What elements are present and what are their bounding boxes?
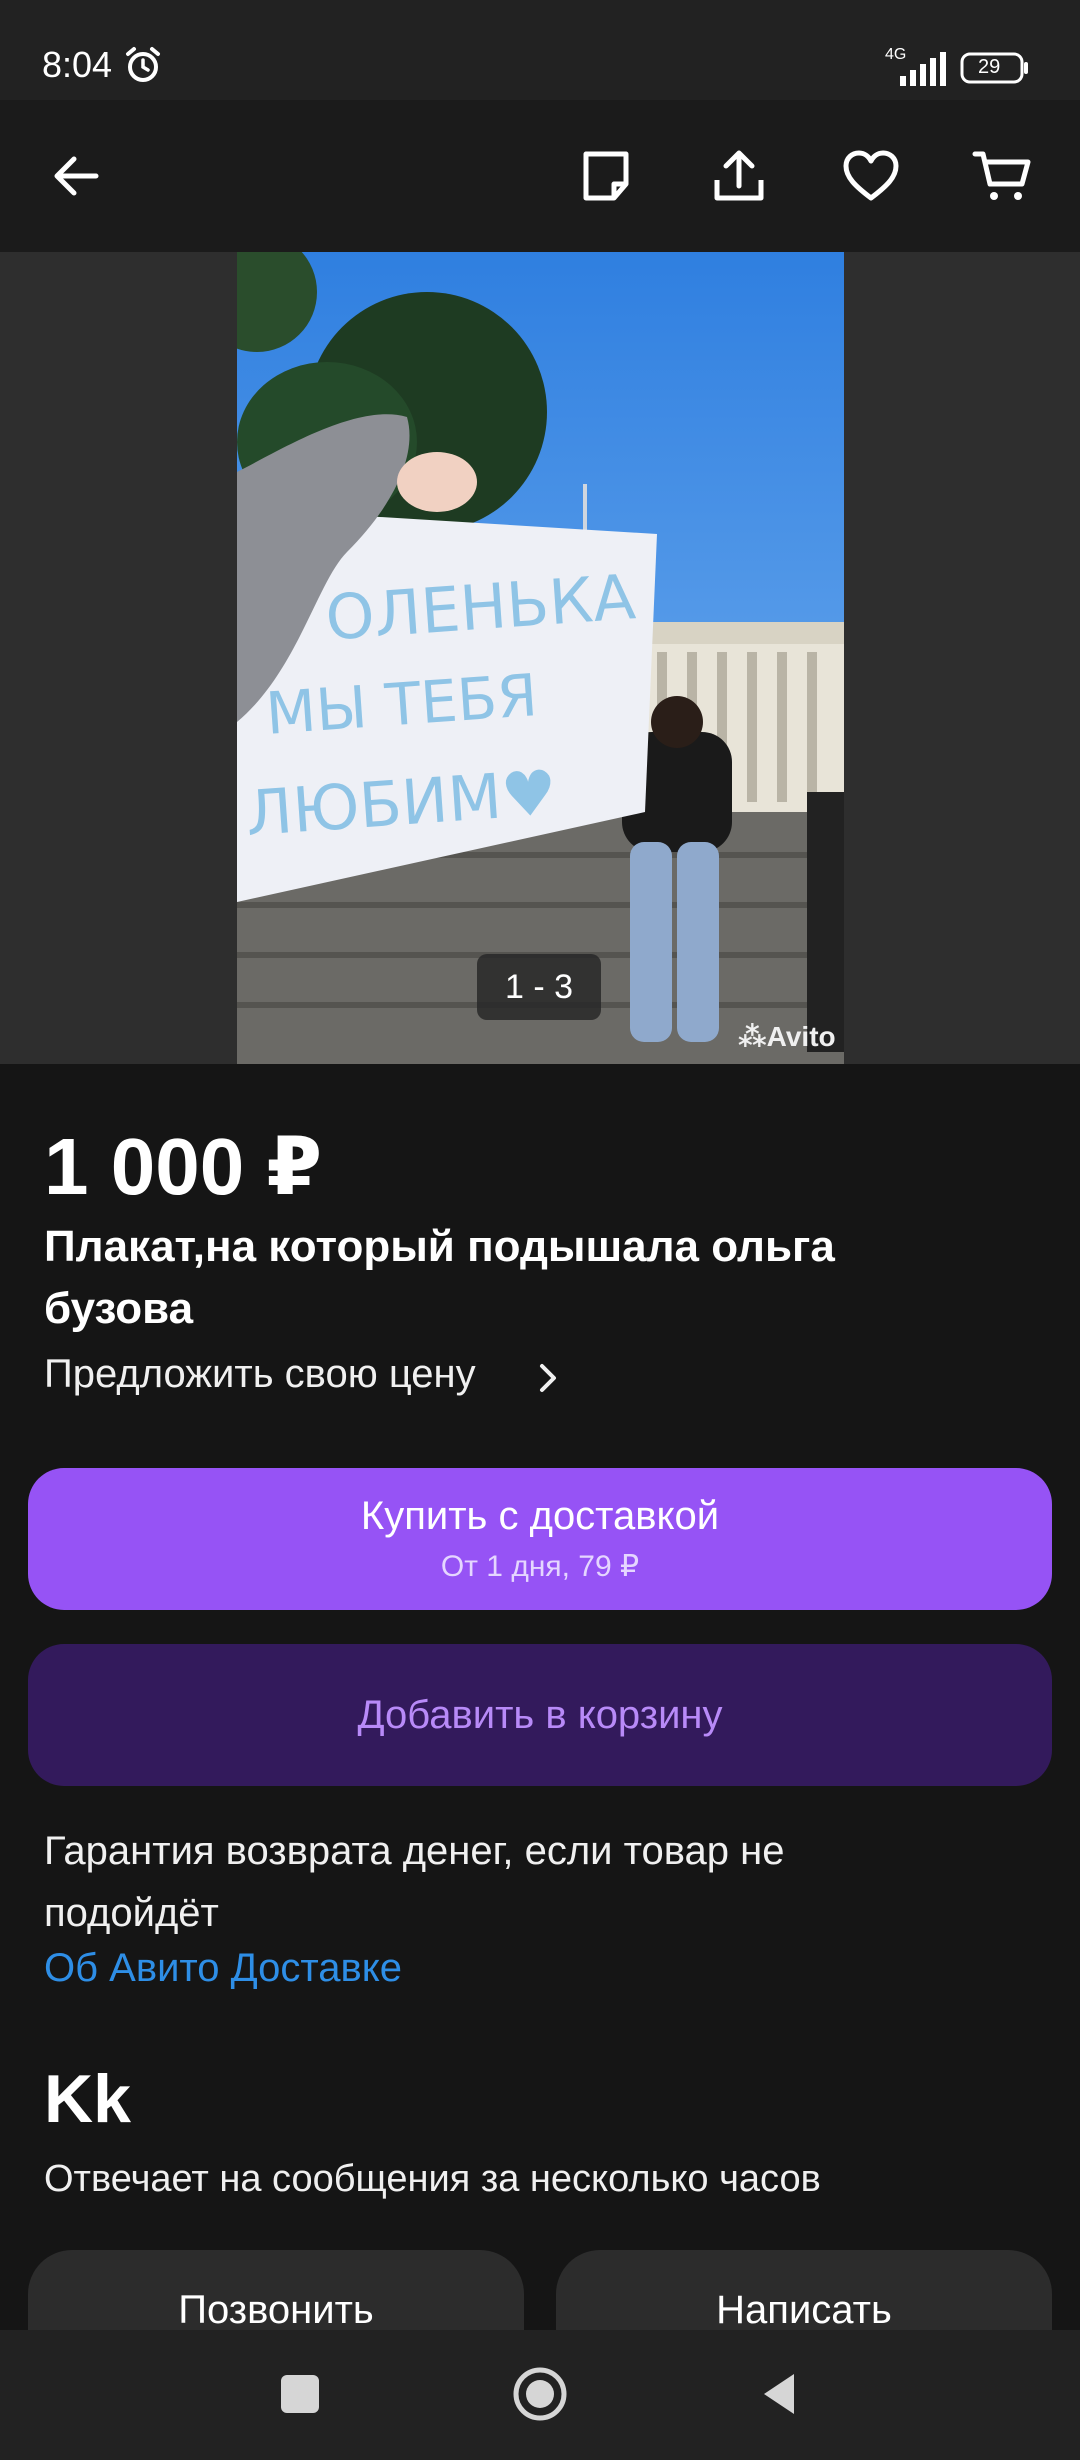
add-to-cart-button[interactable]: Добавить в корзину bbox=[28, 1644, 1052, 1786]
seller-response-time: Отвечает на сообщения за несколько часов bbox=[44, 2158, 821, 2200]
battery-level: 29 bbox=[978, 56, 1001, 78]
share-icon[interactable] bbox=[709, 146, 769, 206]
listing-title: Плакат,на который подышала ольга бузова bbox=[44, 1222, 835, 1333]
avito-watermark: ⁂Avito bbox=[738, 1020, 836, 1053]
seller-name[interactable]: Kk bbox=[44, 2060, 131, 2138]
about-delivery-link[interactable]: Об Авито Доставке bbox=[44, 1946, 402, 1991]
buy-with-delivery-button[interactable]: Купить с доставкой От 1 дня, 79 ₽ bbox=[28, 1468, 1052, 1610]
offer-price-link[interactable]: Предложить свою цену bbox=[44, 1352, 476, 1397]
chevron-right-icon[interactable] bbox=[534, 1360, 562, 1396]
photo-counter: 1 - 3 bbox=[477, 954, 601, 1020]
listing-price: 1 000 ₽ bbox=[44, 1122, 323, 1211]
listing-photo[interactable]: ОЛЕНЬКА МЫ ТЕБЯ ЛЮБИМ♥ bbox=[237, 252, 844, 1064]
buy-button-sublabel: От 1 дня, 79 ₽ bbox=[440, 1550, 640, 1583]
money-back-guarantee: Гарантия возврата денег, если товар не п… bbox=[44, 1829, 785, 1935]
top-toolbar bbox=[0, 100, 1080, 252]
status-time: 8:04 bbox=[42, 44, 113, 85]
back-arrow-icon[interactable] bbox=[46, 146, 106, 206]
back-triangle-icon[interactable] bbox=[750, 2364, 810, 2424]
recents-icon[interactable] bbox=[270, 2364, 330, 2424]
battery-icon: 29 bbox=[960, 52, 1030, 84]
buy-button-label: Купить с доставкой bbox=[360, 1494, 720, 1538]
note-icon[interactable] bbox=[576, 146, 636, 206]
signal-icon bbox=[900, 52, 946, 86]
photo-gallery[interactable]: ОЛЕНЬКА МЫ ТЕБЯ ЛЮБИМ♥ bbox=[0, 252, 1080, 1064]
home-icon[interactable] bbox=[510, 2364, 570, 2424]
cart-icon[interactable] bbox=[972, 146, 1032, 206]
alarm-icon bbox=[126, 47, 160, 82]
heart-icon[interactable] bbox=[841, 146, 901, 206]
watermark-icon: ⁂ bbox=[738, 1021, 767, 1052]
watermark-text: Avito bbox=[766, 1021, 836, 1052]
